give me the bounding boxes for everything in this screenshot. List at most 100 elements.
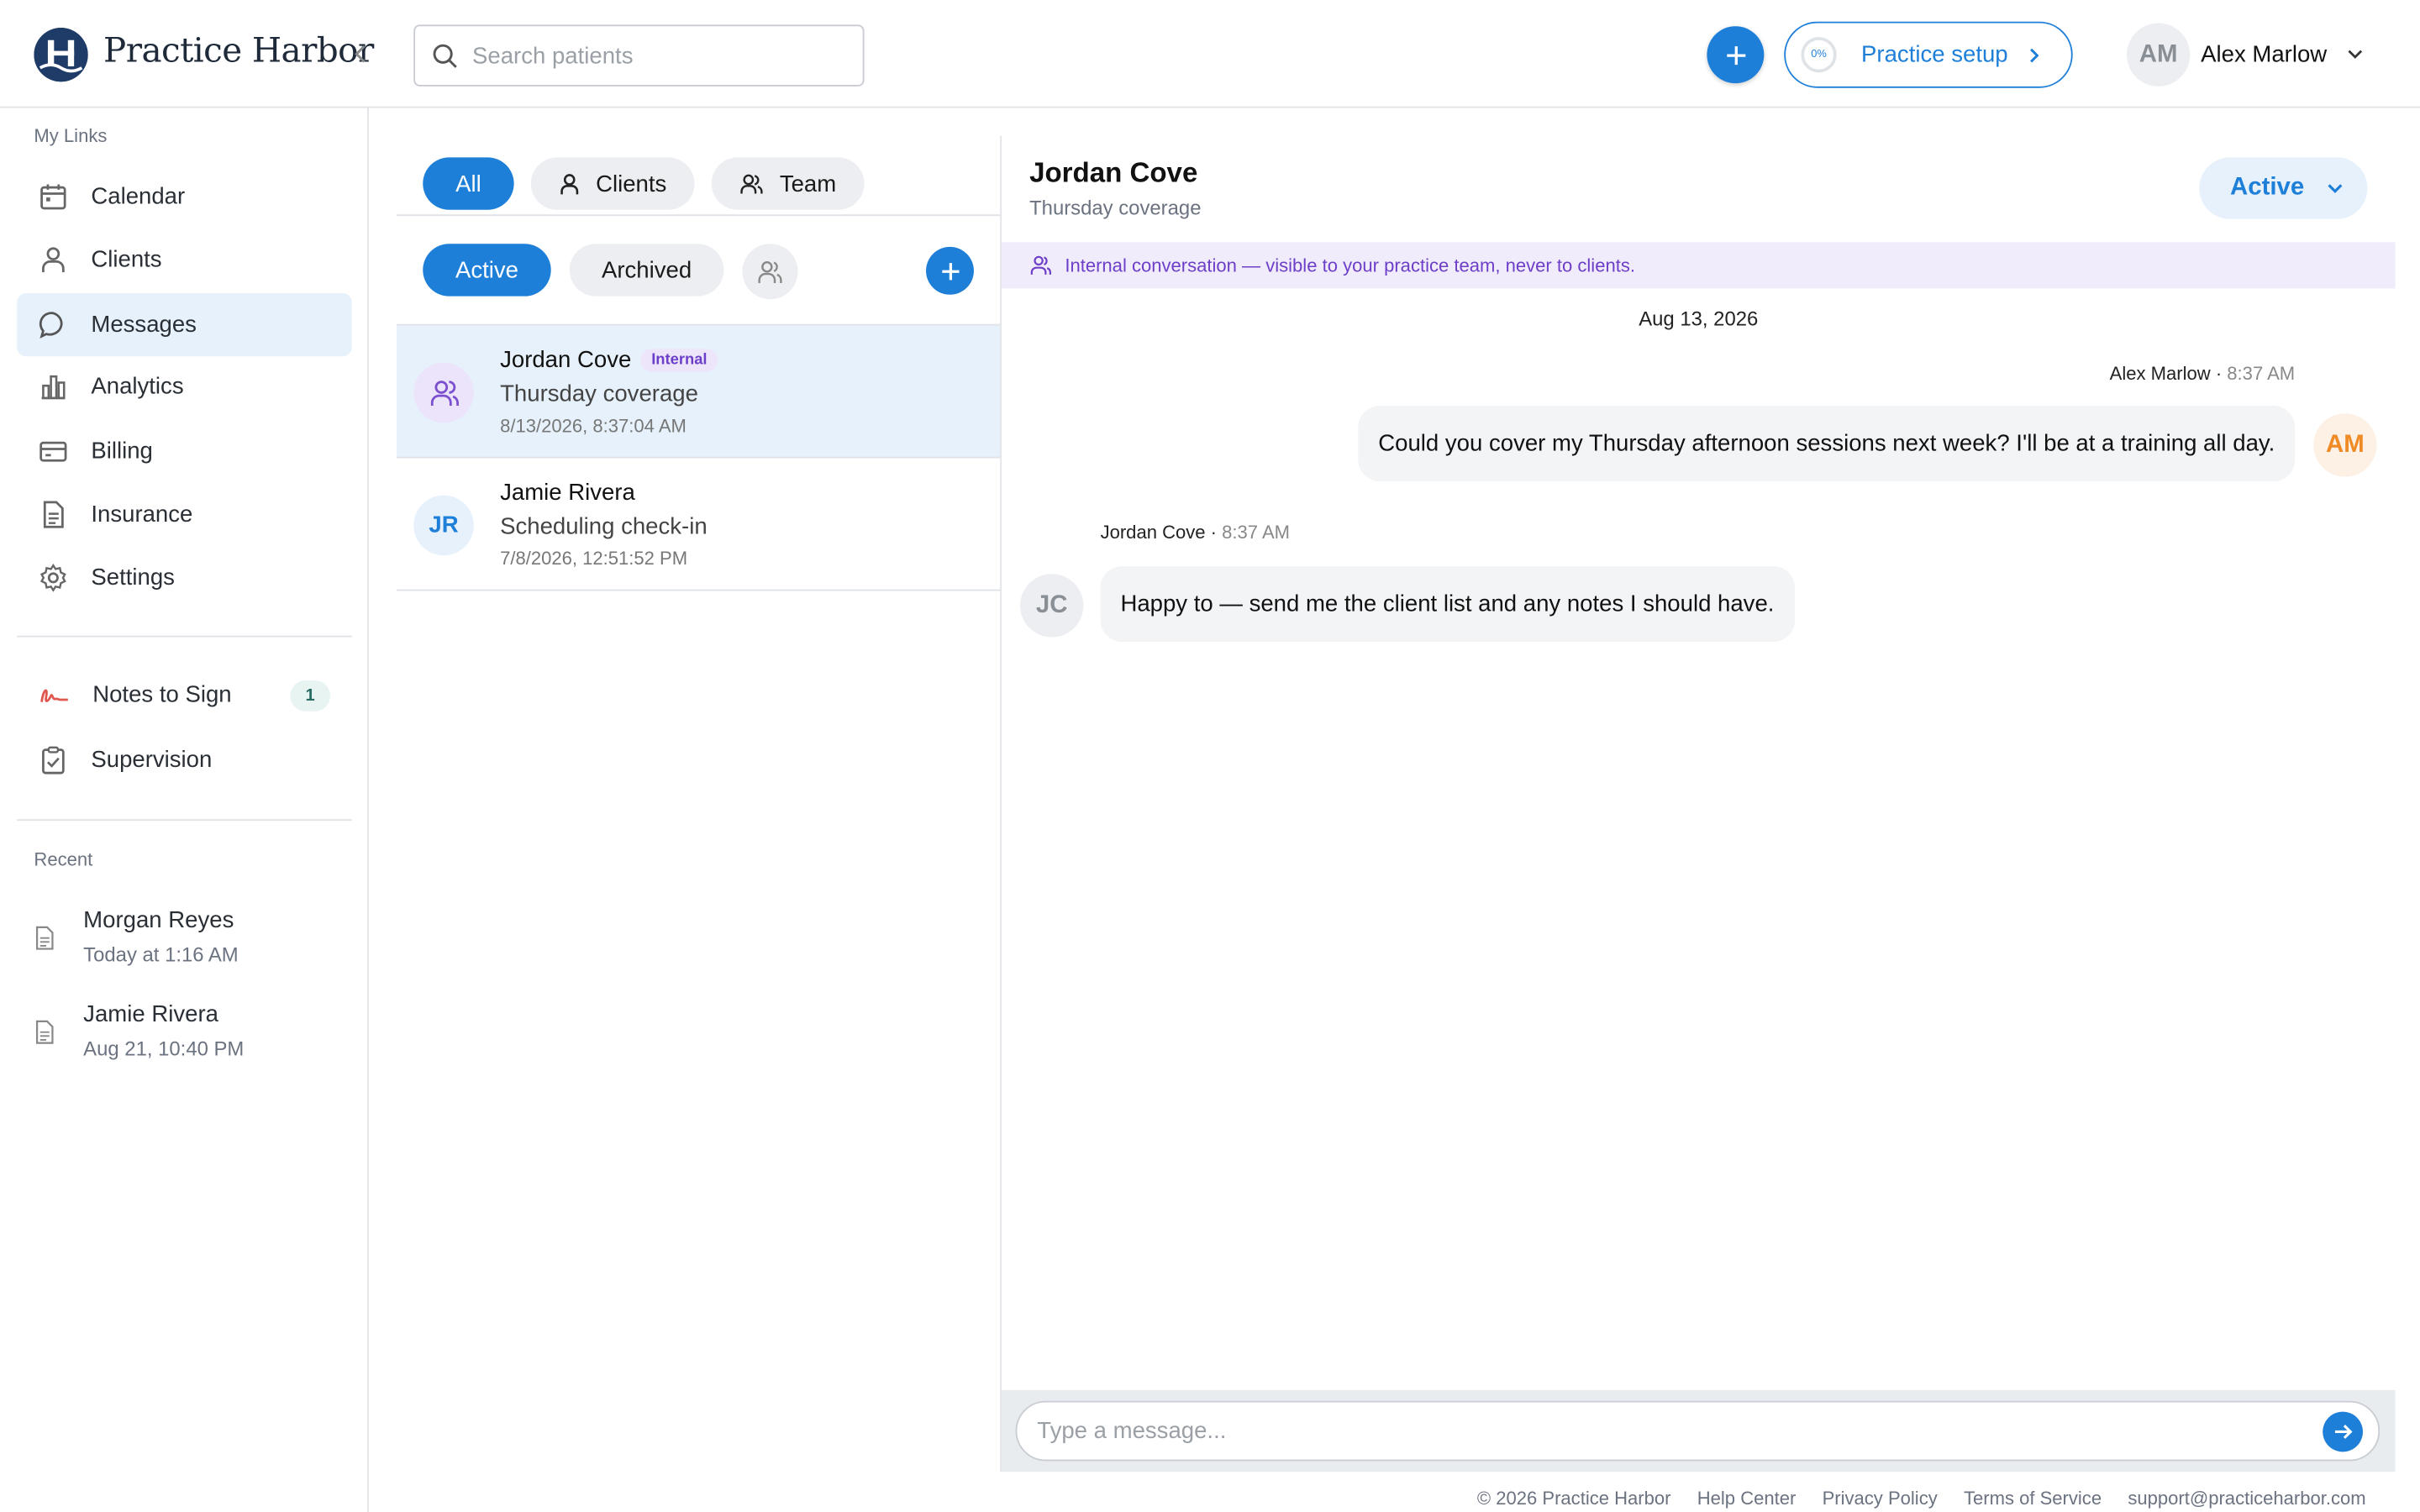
- tab-label: Active: [455, 256, 518, 284]
- status-label: Active: [2230, 174, 2305, 201]
- new-conversation-button[interactable]: [926, 246, 974, 295]
- tab-label: Clients: [596, 170, 667, 197]
- sidebar-item-label: Clients: [91, 246, 162, 274]
- sidebar-item-notes-to-sign[interactable]: Notes to Sign 1: [17, 664, 352, 727]
- sidebar-item-settings[interactable]: Settings: [17, 546, 352, 609]
- conversation-item-jamie-rivera[interactable]: JR Jamie Rivera Scheduling check-in 7/8/…: [397, 458, 1001, 591]
- footer: © 2026 Practice Harbor Help Center Priva…: [1477, 1488, 2366, 1509]
- sidebar-item-clients[interactable]: Clients: [17, 228, 352, 291]
- people-icon: [429, 381, 459, 407]
- avatar: JR: [413, 495, 474, 556]
- message-input[interactable]: [1037, 1417, 2272, 1445]
- people-icon: [756, 259, 784, 285]
- sidebar-item-label: Supervision: [91, 746, 213, 774]
- gear-icon: [39, 563, 68, 592]
- message-meta: Alex Marlow · 8:37 AM: [2109, 362, 2296, 385]
- group-filter-button[interactable]: [742, 244, 798, 300]
- copyright: © 2026 Practice Harbor: [1476, 1487, 1671, 1509]
- person-icon: [39, 245, 68, 275]
- signature-icon: [39, 680, 70, 710]
- sidebar-item-label: Notes to Sign: [92, 681, 232, 709]
- my-links-label: My Links: [34, 124, 108, 147]
- list-divider: [397, 214, 1001, 217]
- recent-item[interactable]: Jamie Rivera Aug 21, 10:40 PM: [34, 1001, 342, 1060]
- sidebar-item-label: Billing: [91, 438, 153, 465]
- sidebar: My Links Calendar Clients Messages Analy…: [0, 108, 369, 1512]
- message-text: Could you cover my Thursday afternoon se…: [1378, 430, 2275, 457]
- notes-count-badge: 1: [290, 680, 331, 711]
- recent-item-time: Aug 21, 10:40 PM: [83, 1037, 245, 1060]
- sidebar-item-insurance[interactable]: Insurance: [17, 483, 352, 546]
- recent-label: Recent: [34, 848, 93, 870]
- sidebar-item-supervision[interactable]: Supervision: [17, 728, 352, 791]
- search-icon: [432, 43, 458, 69]
- sidebar-item-billing[interactable]: Billing: [17, 420, 352, 483]
- message-sender: Alex Marlow: [2109, 362, 2211, 385]
- footer-link-help-center[interactable]: Help Center: [1697, 1488, 1797, 1509]
- date-separator: Aug 13, 2026: [1639, 307, 1759, 331]
- conversation-time: 7/8/2026, 12:51:52 PM: [500, 548, 688, 570]
- sidebar-item-messages[interactable]: Messages: [17, 292, 352, 357]
- user-name[interactable]: Alex Marlow: [2201, 42, 2327, 68]
- conversation-item-jordan-cove[interactable]: Jordan Cove Internal Thursday coverage 8/…: [397, 325, 1001, 459]
- tab-all[interactable]: All: [423, 157, 514, 210]
- file-icon: [34, 926, 55, 966]
- conversation-subject: Thursday coverage: [500, 381, 698, 407]
- credit-card-icon: [39, 437, 68, 466]
- message-bubble-incoming: Happy to — send me the client list and a…: [1100, 566, 1795, 643]
- sidebar-item-label: Analytics: [91, 373, 184, 400]
- recent-item-name: Morgan Reyes: [83, 906, 234, 934]
- document-icon: [39, 500, 68, 529]
- conversation-list-panel: All Clients Team Active Archived Jordan …: [397, 136, 1001, 1512]
- chat-panel: Jordan Cove Thursday coverage Active Int…: [1000, 135, 2396, 1473]
- footer-link-privacy-policy[interactable]: Privacy Policy: [1823, 1488, 1938, 1509]
- sender-avatar: AM: [2313, 413, 2377, 477]
- create-new-button[interactable]: [1707, 26, 1765, 84]
- tab-archived[interactable]: Archived: [569, 244, 724, 297]
- conversation-name: Jamie Rivera: [500, 480, 635, 507]
- send-button[interactable]: [2323, 1411, 2363, 1452]
- sidebar-item-calendar[interactable]: Calendar: [17, 165, 352, 228]
- recent-item-time: Today at 1:16 AM: [83, 942, 239, 966]
- conversation-time: 8/13/2026, 8:37:04 AM: [500, 415, 687, 437]
- conversation-name: Jordan Cove: [500, 347, 632, 374]
- chat-bubble-icon: [39, 310, 68, 339]
- practice-setup-button[interactable]: 0% Practice setup: [1784, 21, 2073, 88]
- collapse-sidebar-icon[interactable]: [349, 42, 373, 66]
- message-time: 8:37 AM: [2227, 362, 2296, 385]
- user-avatar[interactable]: AM: [2126, 23, 2191, 87]
- setup-progress-text: 0%: [1811, 49, 1827, 60]
- chevron-down-icon: [2326, 181, 2344, 196]
- conversation-subject: Scheduling check-in: [500, 513, 708, 540]
- message-input-box[interactable]: [1015, 1400, 2381, 1462]
- search-box[interactable]: [413, 24, 865, 87]
- status-dropdown[interactable]: Active: [2199, 157, 2368, 219]
- file-icon: [34, 1020, 55, 1060]
- sidebar-item-analytics[interactable]: Analytics: [17, 354, 352, 417]
- chevron-right-icon: [2027, 45, 2042, 64]
- footer-link-terms[interactable]: Terms of Service: [1964, 1488, 2102, 1509]
- internal-tag: Internal: [640, 349, 718, 372]
- message-bubble-outgoing: Could you cover my Thursday afternoon se…: [1358, 406, 2296, 482]
- tab-label: Team: [779, 170, 837, 197]
- sidebar-item-label: Insurance: [91, 501, 193, 528]
- tab-label: All: [455, 170, 481, 197]
- practice-harbor-logo[interactable]: [34, 28, 88, 82]
- message-time: 8:37 AM: [1222, 521, 1291, 543]
- people-icon: [1030, 255, 1051, 275]
- message-sender: Jordan Cove: [1100, 521, 1206, 543]
- person-icon: [559, 172, 581, 196]
- recent-item-name: Jamie Rivera: [83, 1001, 218, 1028]
- tab-clients[interactable]: Clients: [530, 157, 695, 210]
- support-email-link[interactable]: support@practiceharbor.com: [2128, 1488, 2365, 1509]
- chat-subject: Thursday coverage: [1029, 196, 1202, 219]
- chevron-down-icon[interactable]: [2346, 46, 2365, 61]
- recent-item[interactable]: Morgan Reyes Today at 1:16 AM: [34, 907, 342, 966]
- search-input[interactable]: [472, 42, 843, 69]
- app-name: Practice Harbor: [103, 32, 374, 71]
- message-text: Happy to — send me the client list and a…: [1120, 591, 1775, 617]
- tab-team[interactable]: Team: [711, 157, 865, 210]
- message-meta: Jordan Cove · 8:37 AM: [1100, 521, 1291, 543]
- tab-active[interactable]: Active: [423, 244, 551, 297]
- sidebar-item-label: Calendar: [91, 183, 186, 210]
